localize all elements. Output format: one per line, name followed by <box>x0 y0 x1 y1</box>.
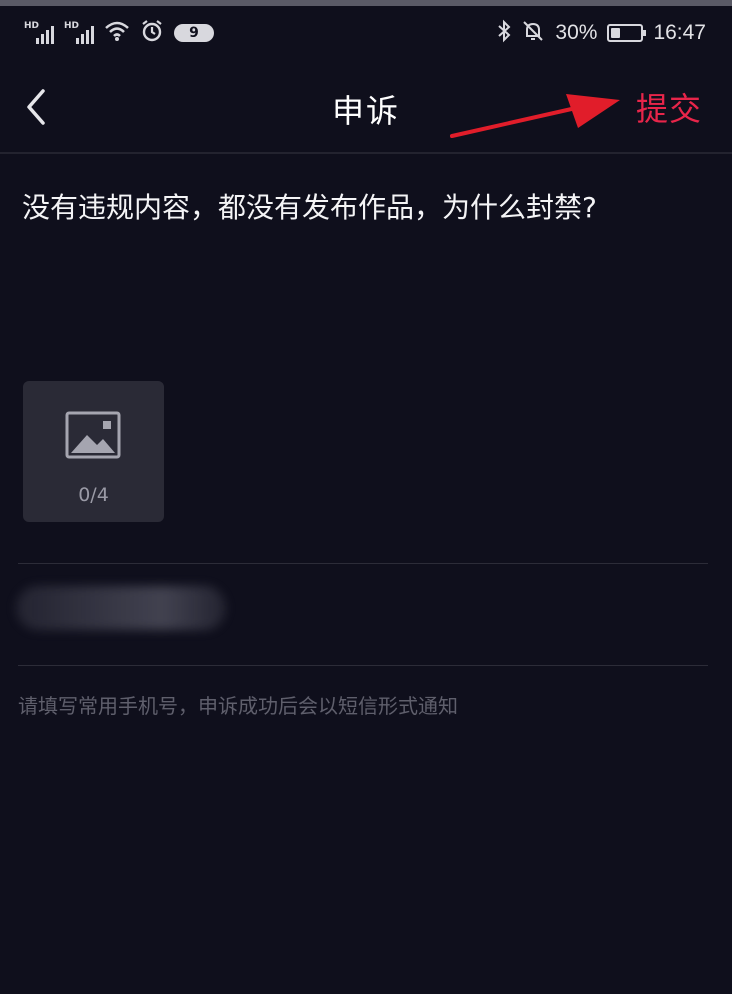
signal-hd-label: HD <box>24 21 40 31</box>
phone-hint: 请填写常用手机号，申诉成功后会以短信形式通知 <box>18 694 458 718</box>
status-bar: HD HD 9 30% 16:47 <box>0 6 732 60</box>
wifi-icon <box>104 20 130 46</box>
annotation-arrow-icon <box>450 94 620 138</box>
signal-hd-label: HD <box>64 21 80 31</box>
signal-icon: HD <box>24 22 54 44</box>
battery-percent: 30% <box>555 21 598 44</box>
signal-icon: HD <box>64 22 94 44</box>
mute-icon <box>521 19 545 47</box>
upload-count: 0/4 <box>78 484 109 506</box>
bluetooth-icon <box>497 19 511 47</box>
clock: 16:47 <box>653 21 706 44</box>
battery-icon <box>607 24 647 42</box>
appeal-text-input[interactable]: 没有违规内容，都没有发布作品，为什么封禁? <box>22 188 712 228</box>
submit-button[interactable]: 提交 <box>636 84 702 130</box>
phone-input[interactable] <box>16 586 226 630</box>
alarm-icon <box>140 19 164 47</box>
divider <box>18 563 708 564</box>
battery-level <box>611 28 620 38</box>
nav-divider <box>0 152 732 154</box>
status-right: 30% 16:47 <box>497 19 706 47</box>
status-left: HD HD 9 <box>24 19 214 47</box>
notification-badge: 9 <box>174 24 214 42</box>
image-upload-button[interactable]: 0/4 <box>23 381 164 522</box>
divider <box>18 665 708 666</box>
image-icon <box>65 411 121 459</box>
